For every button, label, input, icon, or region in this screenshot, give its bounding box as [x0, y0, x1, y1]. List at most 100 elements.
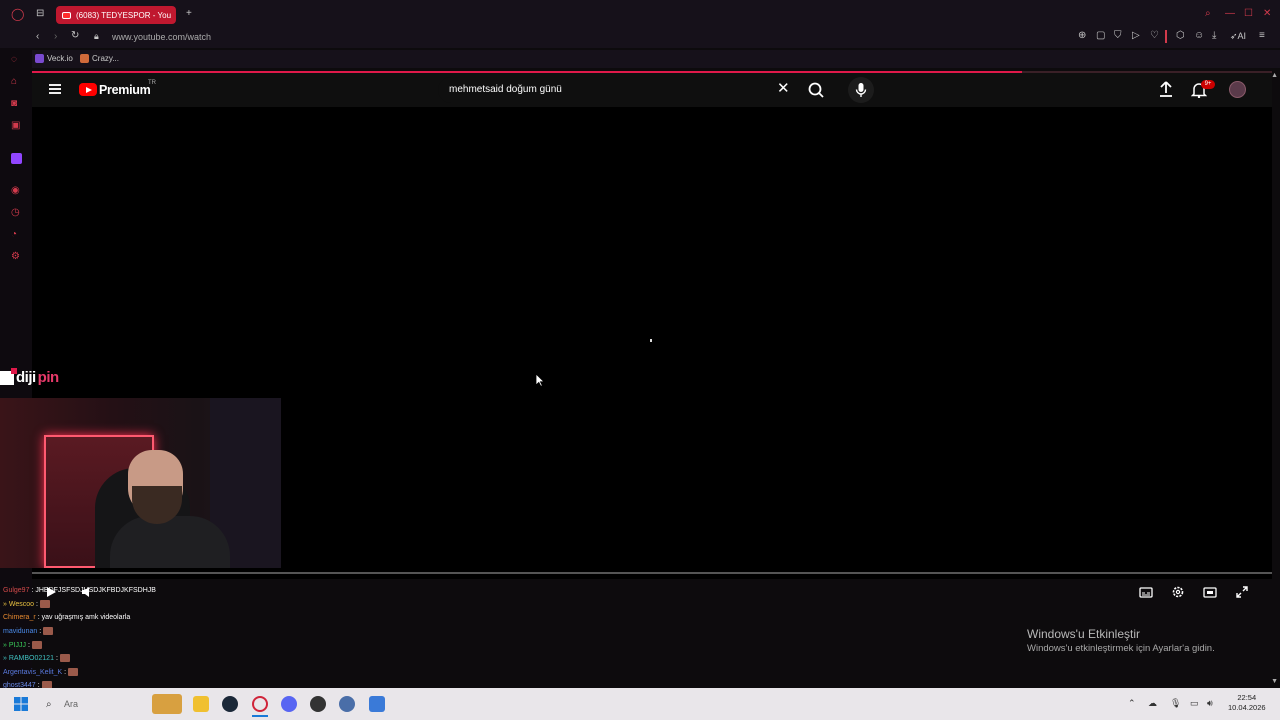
chat-message: Chimera_r : yav uğraşmış amk videolarla: [3, 614, 130, 621]
pin-icon[interactable]: ⊕: [1078, 31, 1086, 41]
chat-message: » Wescoo :: [3, 600, 50, 608]
sidebar-player-icon[interactable]: ◉: [11, 186, 20, 196]
search-icon[interactable]: [803, 78, 831, 102]
clock-date: 10.04.2026: [1228, 703, 1266, 712]
maximize-icon[interactable]: ☐: [1244, 9, 1253, 19]
windows-taskbar: [0, 688, 1280, 720]
profile-icon[interactable]: ☺: [1194, 31, 1204, 41]
adblock-icon[interactable]: ⛉: [1114, 31, 1122, 41]
discord-icon[interactable]: [281, 696, 297, 712]
sidebar-settings-icon[interactable]: ⚙: [11, 252, 20, 262]
theater-mode-icon[interactable]: [1203, 585, 1217, 599]
sidebar-history-icon[interactable]: ◷: [11, 208, 20, 218]
new-tab-button[interactable]: +: [186, 9, 192, 19]
active-app-indicator: [252, 715, 268, 717]
aria-ai-button[interactable]: ➶AI: [1230, 31, 1246, 41]
video-progress-bar[interactable]: [32, 572, 1272, 574]
onedrive-icon[interactable]: ☁: [1148, 698, 1157, 709]
browser-app-icon[interactable]: [339, 696, 355, 712]
favorite-icon[interactable]: ♡: [1150, 31, 1159, 41]
ai-label: AI: [1237, 31, 1247, 41]
mic-tray-icon[interactable]: 🎙︎: [1170, 698, 1181, 709]
display-tray-icon[interactable]: ▭: [1190, 698, 1199, 709]
emote-icon: [31, 641, 42, 649]
chat-message: » PIJJJ :: [3, 641, 42, 649]
sidebar-ai-icon[interactable]: ◌: [11, 55, 17, 65]
settings-gear-icon[interactable]: [1171, 585, 1185, 599]
sidebar-instagram-icon[interactable]: ▣: [11, 121, 20, 131]
chat-message: Argentavis_Kelit_K :: [3, 668, 79, 676]
tray-chevron-icon[interactable]: ⌃: [1128, 698, 1136, 709]
windows-start-icon[interactable]: [14, 697, 28, 711]
speaker-tray-icon[interactable]: 🔊︎: [1207, 698, 1213, 709]
sidebar-chat-icon[interactable]: ◔: [11, 230, 17, 240]
taskbar-search-placeholder[interactable]: Ara: [64, 699, 78, 709]
voice-search-button[interactable]: [848, 77, 874, 103]
hamburger-menu-icon[interactable]: [49, 84, 61, 94]
forward-icon[interactable]: ›: [54, 32, 57, 42]
obs-icon[interactable]: [310, 696, 326, 712]
toolbar-divider: [1165, 30, 1167, 43]
chat-text: :: [55, 654, 58, 662]
chat-text: : JHBDFJSFSDJHSDJKFBDJKFSDHJB: [31, 587, 156, 594]
chat-user: Gulge97: [3, 587, 30, 594]
chat-user: mavidunan: [3, 627, 38, 635]
file-explorer-icon[interactable]: [193, 696, 209, 712]
mouse-cursor-icon: [535, 373, 545, 387]
back-icon[interactable]: ‹: [36, 32, 39, 42]
search-tabs-icon[interactable]: ⌕: [1205, 9, 1211, 19]
opera-gx-icon[interactable]: [252, 696, 268, 712]
youtube-premium-label[interactable]: Premium: [99, 83, 151, 97]
bookmark-label: Crazy...: [92, 54, 119, 63]
bookmark-veck[interactable]: Veck.io: [35, 54, 73, 63]
fullscreen-icon[interactable]: [1235, 585, 1249, 599]
upload-icon[interactable]: [1159, 81, 1173, 97]
webcam-overlay: [0, 398, 281, 568]
minimize-icon[interactable]: —: [1225, 9, 1235, 19]
subtitles-icon[interactable]: [1139, 585, 1153, 599]
bookmark-label: Veck.io: [47, 54, 73, 63]
search-input[interactable]: mehmetsaid doğum günü: [449, 84, 562, 95]
windows-activation-title: Windows'u Etkinleştir: [1027, 627, 1140, 641]
taskbar-search-icon[interactable]: ⌕: [46, 699, 52, 710]
bookmarks-bar: [0, 50, 1280, 68]
chat-user: » Wescoo: [3, 600, 34, 608]
download-icon[interactable]: ⤓: [1212, 31, 1216, 41]
scroll-up-icon[interactable]: ▲: [1271, 72, 1278, 79]
snapshot-icon[interactable]: ▢: [1096, 31, 1105, 41]
tab-youtube[interactable]: (6083) TEDYESPOR - You: [56, 6, 176, 24]
windows-activation-subtitle: Windows'u etkinleştirmek için Ayarlar'a …: [1027, 643, 1215, 654]
player-icon[interactable]: ▷: [1132, 31, 1140, 41]
account-avatar[interactable]: [1229, 81, 1246, 98]
chat-user: » RAMBO02121: [3, 654, 54, 662]
sidebar-messenger-icon[interactable]: ◙: [11, 99, 17, 109]
youtube-logo-icon[interactable]: [79, 83, 97, 96]
menu-icon[interactable]: ≡: [1259, 31, 1265, 41]
steam-icon[interactable]: [222, 696, 238, 712]
sidebar-twitch-icon[interactable]: [11, 153, 22, 164]
close-window-icon[interactable]: ✕: [1263, 9, 1271, 19]
sidebar-workspace-icon[interactable]: ⌂: [11, 77, 17, 87]
extensions-icon[interactable]: ⬡: [1176, 31, 1185, 41]
reload-icon[interactable]: ↻: [71, 31, 79, 41]
chat-message: » RAMBO02121 :: [3, 654, 70, 662]
region-code: TR: [148, 80, 156, 86]
bookmark-crazy[interactable]: Crazy...: [80, 54, 119, 63]
clear-search-icon[interactable]: ✕: [777, 81, 790, 96]
browser-tab-bar: [0, 0, 1280, 28]
streamer-body: [110, 516, 230, 568]
search-highlight-image[interactable]: [152, 694, 182, 714]
chat-text: :: [64, 668, 67, 676]
scroll-down-icon[interactable]: ▼: [1271, 678, 1278, 685]
loading-spinner: [650, 339, 652, 342]
g-app-icon[interactable]: [369, 696, 385, 712]
emote-icon: [43, 627, 54, 635]
chat-text: :: [36, 600, 38, 608]
tab-islands-icon[interactable]: ⊟: [36, 9, 44, 19]
taskbar-clock[interactable]: 22:54 10.04.2026: [1228, 693, 1266, 713]
opera-logo-icon[interactable]: ◯: [11, 8, 24, 20]
emote-icon: [59, 654, 70, 662]
url-field[interactable]: www.youtube.com/watch: [112, 32, 211, 42]
chat-user: » PIJJJ: [3, 641, 26, 649]
youtube-favicon-icon: [62, 11, 71, 19]
